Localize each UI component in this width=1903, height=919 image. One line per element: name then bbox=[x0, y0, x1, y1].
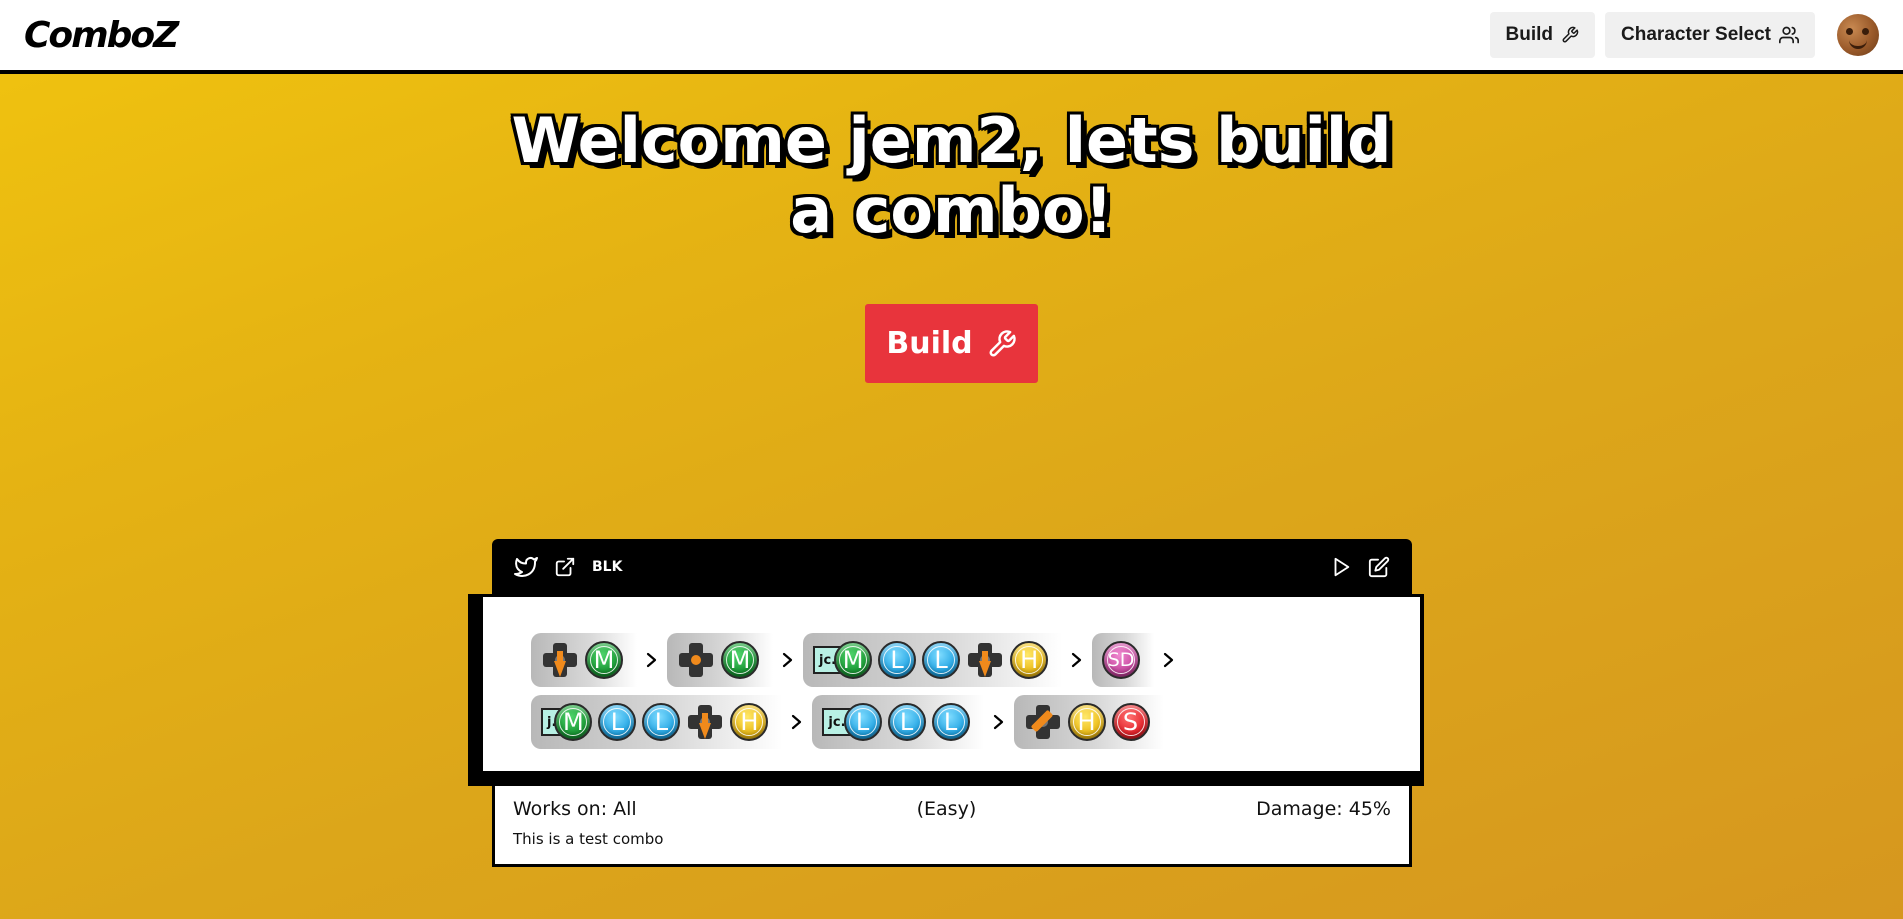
dpad-down-icon bbox=[966, 641, 1004, 679]
users-icon bbox=[1779, 26, 1799, 44]
difficulty-text: (Easy) bbox=[916, 798, 977, 820]
combo-step: HS bbox=[1013, 695, 1164, 749]
wrench-icon bbox=[989, 329, 1016, 356]
edit-icon[interactable] bbox=[1368, 556, 1390, 578]
combo-card-header-right bbox=[1330, 556, 1390, 578]
combo-row: M Mjc. M L L H SD bbox=[531, 631, 1420, 689]
button-s-icon: S bbox=[1111, 703, 1150, 741]
nav-build-label: Build bbox=[1505, 24, 1554, 45]
combo-row: j. M L L Hjc. L L L H S bbox=[531, 693, 1420, 751]
combo-meta-row: Works on: All (Easy) Damage: 45% bbox=[513, 798, 1391, 820]
hero-build-button[interactable]: Build bbox=[865, 304, 1038, 383]
external-link-icon[interactable] bbox=[554, 556, 576, 578]
logo-text: ComboZ bbox=[24, 14, 179, 56]
combo-step: jc. M L L H bbox=[803, 633, 1063, 687]
button-m-icon: M bbox=[585, 641, 623, 679]
button-l-icon: L bbox=[931, 703, 970, 741]
combo-card-header: BLK bbox=[492, 539, 1412, 595]
character-tag: BLK bbox=[592, 559, 623, 575]
chevron-right-icon bbox=[1154, 651, 1184, 669]
twitter-icon[interactable] bbox=[514, 555, 538, 579]
dpad-down-icon bbox=[686, 703, 724, 741]
button-m-icon: M bbox=[721, 641, 759, 679]
button-h-icon: H bbox=[1010, 641, 1049, 679]
page-title-line2: a combo! bbox=[790, 174, 1113, 247]
button-m-icon: M bbox=[554, 703, 593, 741]
chevron-right-icon bbox=[984, 713, 1014, 731]
dpad-forward-down-icon bbox=[1024, 703, 1062, 741]
combo-step: M bbox=[531, 633, 637, 687]
combo-step: j. M L L H bbox=[531, 695, 783, 749]
nav-character-select-label: Character Select bbox=[1621, 24, 1771, 45]
combo-card-footer: Works on: All (Easy) Damage: 45% This is… bbox=[492, 786, 1412, 867]
dpad-neutral-icon bbox=[677, 641, 715, 679]
button-l-icon: L bbox=[843, 703, 882, 741]
button-l-icon: L bbox=[887, 703, 926, 741]
nav-character-select-button[interactable]: Character Select bbox=[1605, 12, 1815, 58]
dpad-down-icon bbox=[541, 641, 579, 679]
button-l-icon: L bbox=[878, 641, 917, 679]
combo-description: This is a test combo bbox=[513, 830, 664, 848]
chevron-right-icon bbox=[1062, 651, 1092, 669]
nav-build-button[interactable]: Build bbox=[1489, 12, 1596, 58]
page-title: Welcome jem2, lets build a combo! bbox=[0, 106, 1903, 246]
button-sd-icon: SD bbox=[1102, 641, 1141, 679]
chevron-right-icon bbox=[773, 651, 803, 669]
combo-step: SD bbox=[1092, 633, 1155, 687]
combo-step: M bbox=[667, 633, 773, 687]
combo-z-logo[interactable]: ComboZ bbox=[24, 14, 179, 56]
top-navbar: ComboZ Build Character Select bbox=[0, 0, 1903, 74]
combo-card-header-left: BLK bbox=[514, 555, 622, 579]
button-l-icon: L bbox=[598, 703, 637, 741]
hero-build-label: Build bbox=[886, 326, 973, 361]
chevron-right-icon bbox=[782, 713, 812, 731]
play-icon[interactable] bbox=[1330, 556, 1352, 578]
button-h-icon: H bbox=[730, 703, 769, 741]
button-h-icon: H bbox=[1067, 703, 1106, 741]
combo-step: jc. L L L bbox=[812, 695, 984, 749]
button-l-icon: L bbox=[642, 703, 681, 741]
chevron-right-icon bbox=[637, 651, 667, 669]
combo-notation-panel: M Mjc. M L L H SD j. M L L Hjc. L L L H S bbox=[480, 594, 1423, 774]
works-on-text: Works on: All bbox=[513, 798, 637, 820]
nav-actions: Build Character Select bbox=[1489, 12, 1879, 58]
page-title-line1: Welcome jem2, lets build bbox=[511, 104, 1392, 177]
button-m-icon: M bbox=[834, 641, 873, 679]
button-l-icon: L bbox=[922, 641, 961, 679]
user-avatar[interactable] bbox=[1837, 14, 1879, 56]
wrench-icon bbox=[1562, 26, 1579, 43]
damage-text: Damage: 45% bbox=[1256, 798, 1391, 820]
